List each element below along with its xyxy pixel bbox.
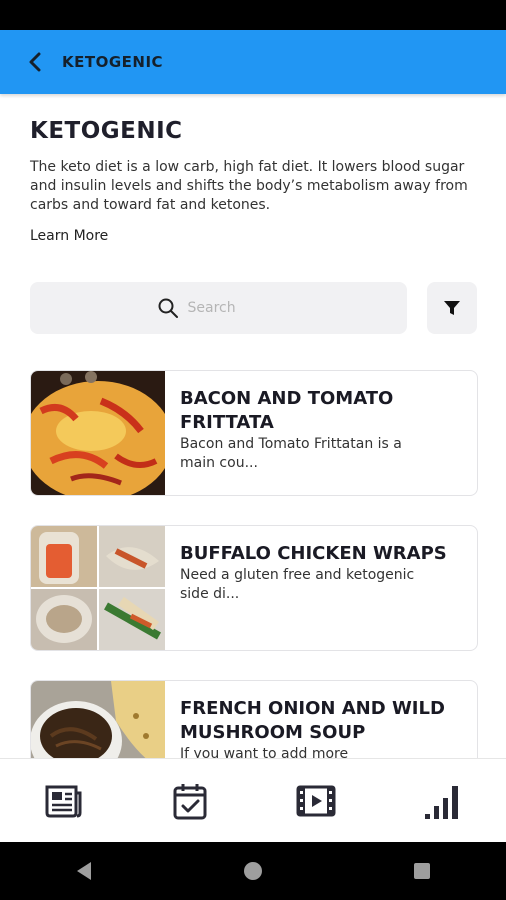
recipe-description: Bacon and Tomato Frittatan is a main cou… [180,436,402,471]
bar-chart-icon [424,786,458,819]
nav-stats-button[interactable] [413,771,473,831]
system-navigation-bar [0,842,506,900]
main-content: KETOGENIC The keto diet is a low carb, h… [0,94,506,758]
learn-more-link[interactable]: Learn More [30,228,108,244]
bottom-navigation [0,758,506,843]
system-recents-button[interactable] [402,851,442,891]
nav-news-button[interactable] [33,771,93,831]
recipe-thumbnail-buffalo-wraps [31,526,165,650]
recipe-thumbnail-frittata [31,371,165,495]
recipe-card[interactable]: BUFFALO CHICKEN WRAPS Need a gluten free… [30,525,478,651]
search-bar[interactable] [30,282,407,334]
recipe-title: FRENCH ONION AND WILD MUSHROOM SOUP [180,698,445,743]
recipe-description: If you want to add more [180,746,349,758]
recipe-title: BUFFALO CHICKEN WRAPS [180,543,447,564]
video-icon [296,785,336,817]
page-title: KETOGENIC [30,118,183,144]
arrow-back-icon [29,52,41,72]
nav-video-button[interactable] [286,771,346,831]
calendar-check-icon [173,784,207,820]
recipe-card[interactable]: FRENCH ONION AND WILD MUSHROOM SOUP If y… [30,680,478,758]
appbar-title: KETOGENIC [62,53,164,71]
home-circle-icon [243,862,262,880]
filter-button[interactable] [427,282,477,334]
search-input[interactable] [185,299,280,317]
recipe-description: Need a gluten free and ketogenic side di… [180,567,415,602]
recipe-card[interactable]: BACON AND TOMATO FRITTATA Bacon and Toma… [30,370,478,496]
recents-square-icon [413,863,430,879]
back-triangle-icon [77,862,92,880]
diet-description: The keto diet is a low carb, high fat di… [30,159,468,213]
search-icon [158,298,178,318]
system-home-button[interactable] [233,851,273,891]
nav-calendar-button[interactable] [160,771,220,831]
system-back-button[interactable] [64,851,104,891]
app-bar: KETOGENIC [0,30,506,94]
back-button[interactable] [24,51,46,73]
filter-icon [444,301,460,315]
status-bar [0,0,506,30]
newspaper-icon [45,785,82,818]
recipe-thumbnail-onion-soup [31,681,165,758]
recipe-title: BACON AND TOMATO FRITTATA [180,388,394,433]
